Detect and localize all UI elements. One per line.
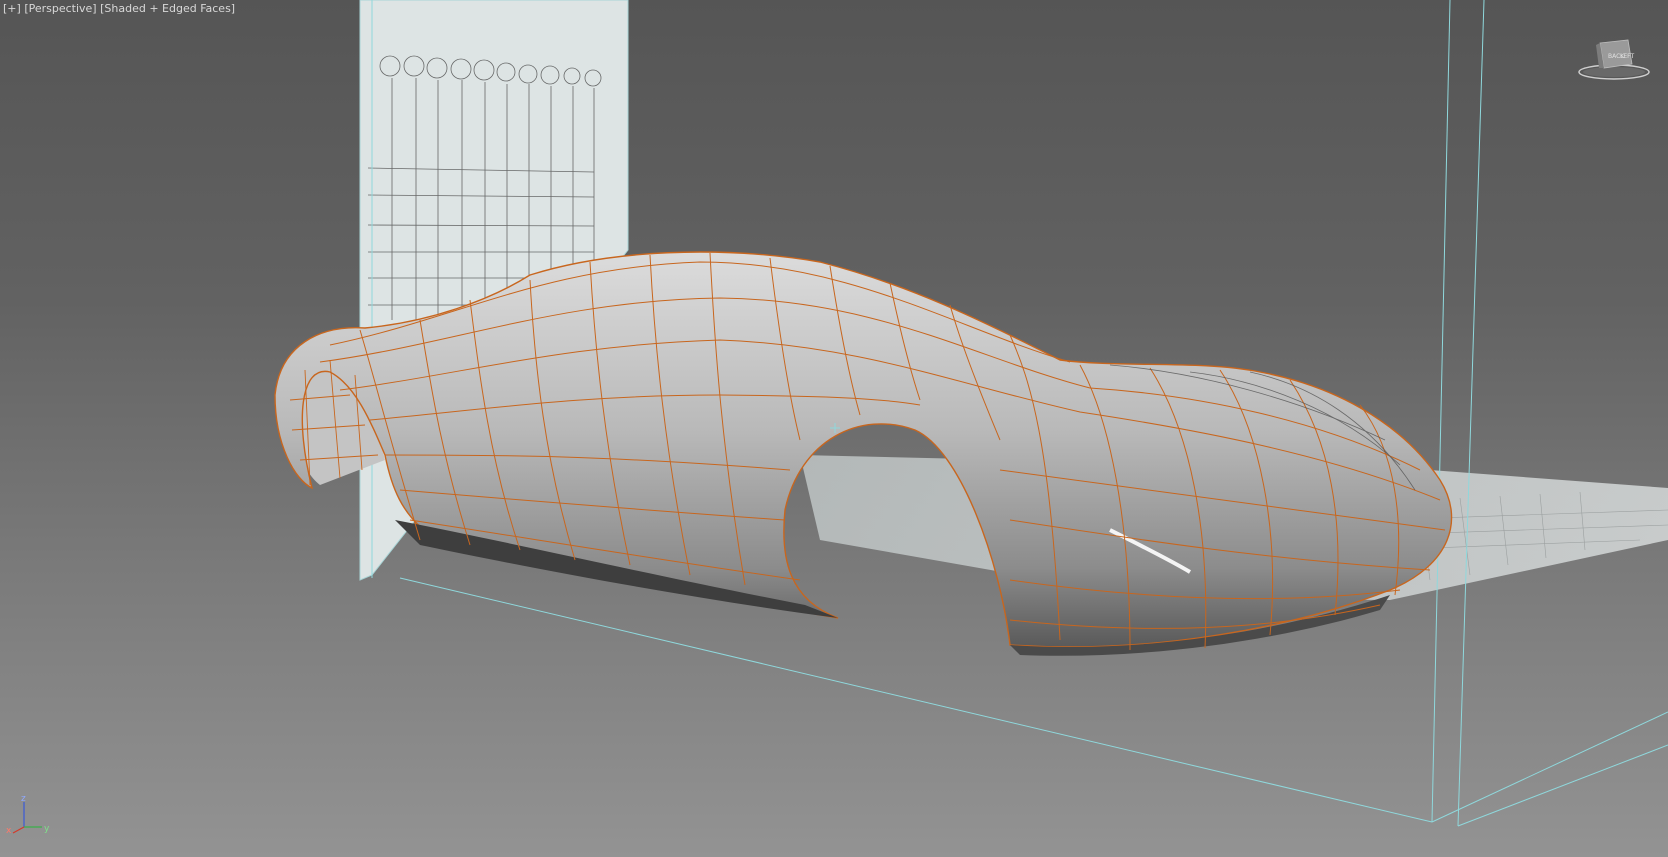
axis-x-line <box>12 826 25 834</box>
viewport-point-of-view-menu[interactable]: [Perspective] <box>24 2 96 15</box>
viewcube-left-label: LEFT <box>1620 53 1634 60</box>
axis-y-label: y <box>44 824 50 834</box>
axis-z-label: z <box>21 794 26 804</box>
car-body-mesh[interactable] <box>274 251 1453 656</box>
viewport-shading-menu[interactable]: [Shaded + Edged Faces] <box>100 2 235 15</box>
axis-tripod: z y x <box>6 794 50 836</box>
viewport-label-menu: [+] [Perspective] [Shaded + Edged Faces] <box>3 2 235 15</box>
perspective-viewport[interactable]: [+] [Perspective] [Shaded + Edged Faces]… <box>0 0 1668 857</box>
viewcube[interactable]: BACK LEFT <box>1572 34 1652 84</box>
viewport-general-menu[interactable]: [+] <box>3 2 21 15</box>
axis-x-label: x <box>6 826 12 836</box>
scene-canvas[interactable] <box>0 0 1668 857</box>
